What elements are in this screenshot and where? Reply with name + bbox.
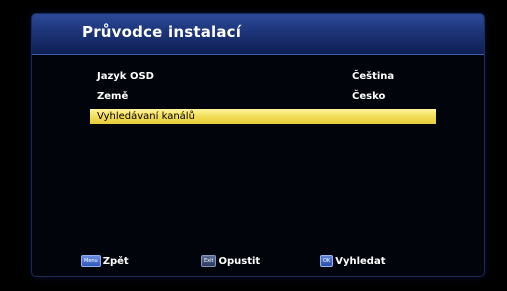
menu-item-label: Země [97, 91, 129, 102]
menu-item-channel-search[interactable]: Vyhledávaní kanálů [90, 109, 436, 124]
menu-item-osd-language[interactable]: Jazyk OSD Čeština [90, 69, 436, 84]
page-title: Průvodce instalací [82, 23, 242, 41]
back-label: Zpět [102, 255, 129, 267]
menu-item-country[interactable]: Země Česko [90, 89, 436, 104]
tv-screen: Průvodce instalací Jazyk OSD Čeština Zem… [0, 0, 507, 291]
exit-label: Opustit [218, 255, 261, 267]
menu-key-icon: Menu [81, 255, 101, 267]
menu-item-label: Vyhledávaní kanálů [97, 111, 195, 122]
search-hint[interactable]: OK Vyhledat [320, 254, 386, 268]
search-label: Vyhledat [335, 255, 386, 267]
menu-item-value: Čeština [352, 71, 395, 82]
ok-key-icon: OK [320, 255, 334, 267]
installation-wizard-panel: Průvodce instalací Jazyk OSD Čeština Zem… [32, 14, 484, 276]
menu-item-value: Česko [352, 91, 386, 102]
exit-hint[interactable]: Exit Opustit [201, 254, 260, 268]
back-hint[interactable]: Menu Zpět [81, 254, 129, 268]
header-bar: Průvodce instalací [32, 14, 484, 55]
menu-item-label: Jazyk OSD [97, 71, 154, 82]
exit-key-icon: Exit [201, 255, 217, 267]
